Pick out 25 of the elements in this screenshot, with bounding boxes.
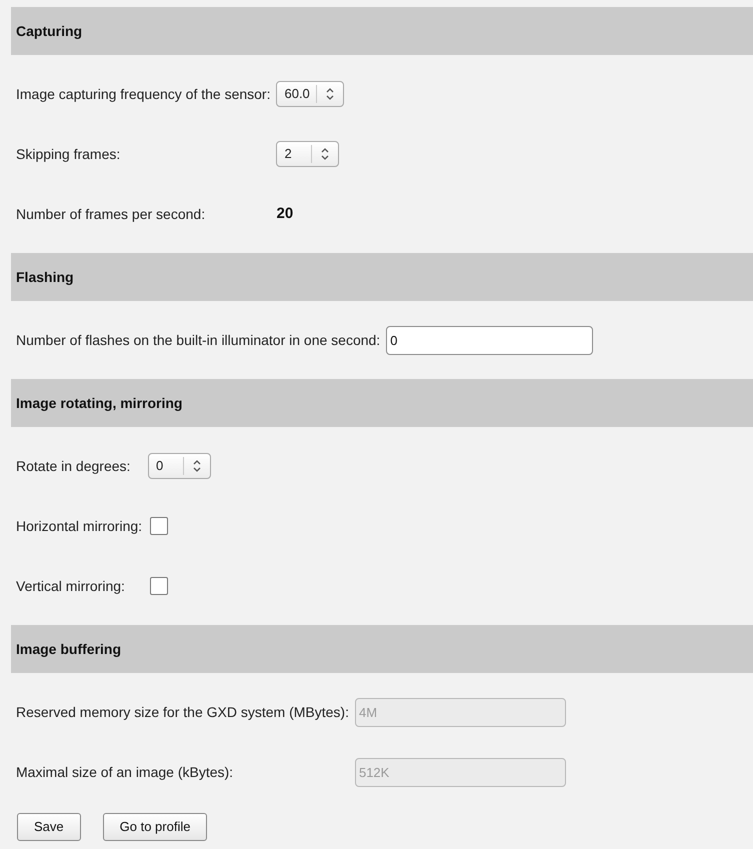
spin-box[interactable]: 60.0 — [276, 81, 344, 107]
checkbox[interactable] — [150, 577, 168, 595]
up-down-chevron-icon[interactable] — [324, 87, 335, 101]
spin-box[interactable]: 2 — [276, 141, 340, 167]
checkbox[interactable] — [150, 517, 168, 535]
up-down-chevron-icon[interactable] — [320, 147, 330, 161]
frames-value: 20 — [276, 204, 294, 224]
field-label: Image capturing frequency of the sensor: — [16, 84, 270, 104]
action-button[interactable]: Save — [17, 813, 81, 841]
section-title: Flashing — [16, 268, 74, 287]
field-label: Horizontal mirroring: — [16, 516, 142, 536]
field-label: Rotate in degrees: — [16, 456, 130, 476]
field-label: Number of flashes on the built-in illuminator in one second: — [16, 330, 380, 350]
field-label: Number of frames per second: — [16, 204, 206, 224]
input-field[interactable]: 0 — [386, 326, 594, 354]
action-button[interactable]: Go to profile — [102, 813, 208, 841]
field-label: Maximal size of an image (kBytes): — [16, 762, 234, 782]
field-label: Reserved memory size for the GXD system (MBytes): — [16, 702, 349, 722]
field-label: Skipping frames: — [16, 144, 120, 164]
up-down-chevron-icon[interactable] — [192, 459, 202, 473]
field-label: Vertical mirroring: — [16, 576, 125, 596]
section-title: Image buffering — [16, 640, 122, 659]
spin-box[interactable]: 0 — [148, 453, 212, 479]
section-title: Capturing — [16, 22, 82, 41]
section-title: Image rotating, mirroring — [16, 394, 182, 413]
